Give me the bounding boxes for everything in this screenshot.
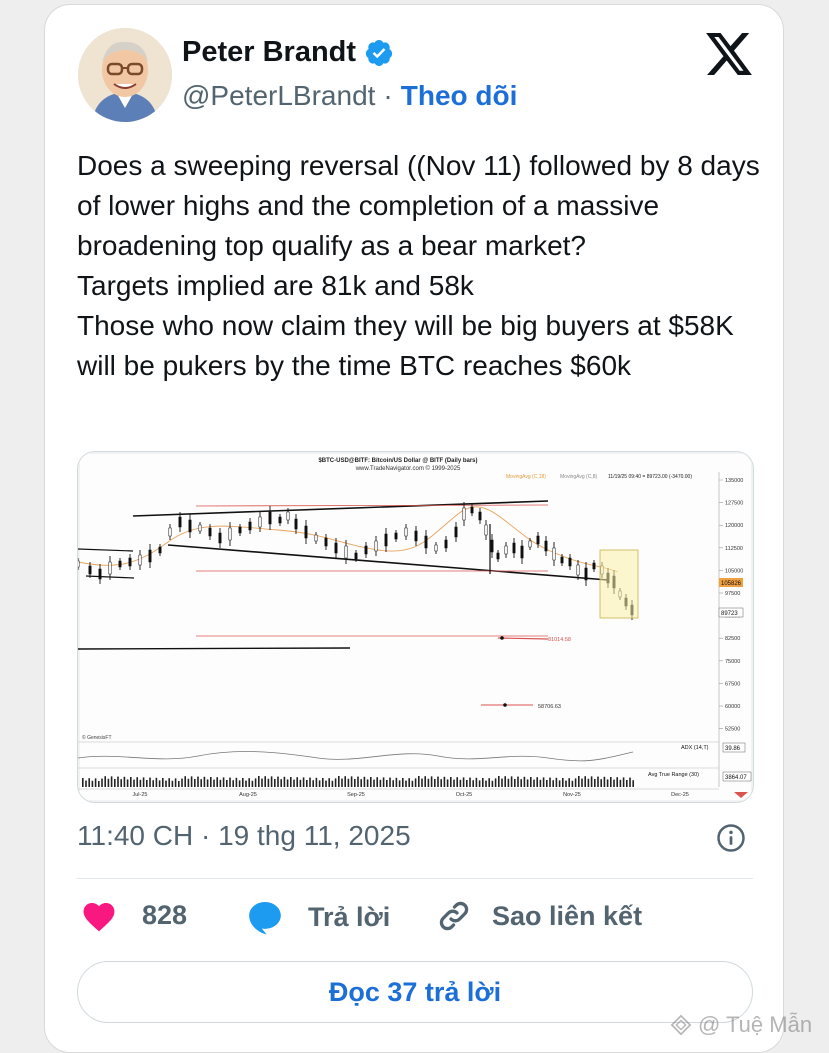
reply-label: Trả lời — [308, 901, 391, 932]
chart-source: www.TradeNavigator.com © 1999-2025 — [355, 465, 461, 472]
author-handle[interactable]: @PeterLBrandt — [182, 80, 375, 112]
reply-bubble-icon — [249, 901, 281, 935]
month-tick: Dec-25 — [671, 792, 689, 798]
price-tick: 52500 — [725, 727, 740, 733]
price-tick: 112500 — [725, 546, 743, 552]
price-tick: 120000 — [725, 523, 743, 529]
month-tick: Nov-25 — [563, 792, 581, 798]
watermark: @ Tuệ Mẫn — [670, 1012, 812, 1038]
tweet-timestamp[interactable]: 11:40 CH · 19 thg 11, 2025 — [77, 820, 411, 852]
atr-value: 3864.07 — [725, 775, 747, 781]
info-icon[interactable] — [716, 823, 746, 853]
month-tick: Jul-25 — [133, 792, 148, 798]
price-tick: 67500 — [725, 681, 740, 687]
author-avatar[interactable] — [78, 28, 172, 122]
copy-link-button[interactable]: Sao liên kết — [436, 898, 642, 934]
like-count: 828 — [142, 899, 188, 930]
price-tick: 60000 — [725, 704, 740, 710]
price-tick: 82500 — [725, 636, 740, 642]
ma-label-18: MovingAvg (C,18) — [506, 474, 546, 480]
target-81k-label: 81014.58 — [548, 637, 571, 643]
reply-button[interactable]: Trả lời — [246, 898, 390, 936]
follow-button[interactable]: Theo dõi — [401, 80, 518, 112]
month-tick: Oct-25 — [456, 792, 473, 798]
chart-title: $BTC-USD@BITF: Bitcoin/US Dollar @ BITF … — [318, 458, 477, 464]
price-tick: 105000 — [725, 568, 743, 574]
verified-badge-icon — [365, 39, 393, 66]
copy-link-label: Sao liên kết — [492, 900, 643, 931]
last-price-tag: 105826 — [721, 581, 742, 587]
x-logo-icon[interactable] — [706, 33, 752, 75]
chart-image[interactable]: $BTC-USD@BITF: Bitcoin/US Dollar @ BITF … — [77, 451, 754, 803]
price-tick: 127500 — [725, 501, 743, 507]
ma-label-8: MovingAvg (C,8) — [560, 474, 597, 480]
author-name[interactable]: Peter Brandt — [182, 36, 356, 69]
divider — [77, 878, 753, 879]
diamond-logo-icon — [670, 1014, 692, 1036]
price-tick: 135000 — [725, 478, 743, 484]
link-icon — [439, 901, 469, 931]
month-tick: Aug-25 — [239, 792, 257, 798]
chart-quote: 11/19/25 09:40 = 89723.00 (-3470.00) — [608, 474, 692, 480]
like-button[interactable]: 828 — [80, 898, 187, 932]
tweet-text: Does a sweeping reversal ((Nov 11) follo… — [77, 150, 760, 381]
adx-label: ADX (14,T) — [681, 745, 709, 751]
month-tick: Sep-25 — [347, 792, 365, 798]
atr-label: Avg True Range (30) — [648, 772, 699, 778]
genesis-label: © GenesisFT — [82, 734, 112, 741]
read-replies-button[interactable]: Đọc 37 trả lời — [77, 961, 753, 1023]
watermark-text: @ Tuệ Mẫn — [698, 1012, 813, 1037]
price-tick: 75000 — [725, 659, 740, 665]
handle-separator: · — [383, 80, 393, 111]
price-tick: 97500 — [725, 591, 740, 597]
adx-value: 39.86 — [725, 746, 741, 752]
heart-icon — [83, 902, 115, 932]
target-58k-label: 58706.63 — [538, 704, 561, 710]
current-price-tag: 89723 — [721, 611, 738, 617]
